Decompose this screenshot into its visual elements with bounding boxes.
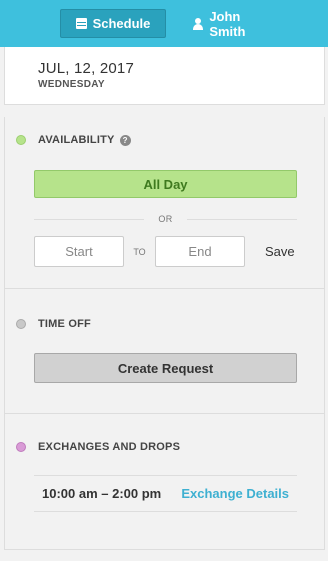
- availability-status-dot: [16, 135, 26, 145]
- date-header: JUL, 12, 2017 WEDNESDAY: [4, 47, 325, 105]
- to-label: TO: [133, 246, 146, 257]
- day-panel: AVAILABILITY ? All Day OR TO Save TIME O…: [4, 117, 325, 550]
- user-icon: [192, 17, 204, 30]
- availability-section: AVAILABILITY ? All Day OR TO Save: [5, 117, 324, 289]
- exchanges-title: EXCHANGES AND DROPS: [38, 441, 181, 453]
- schedule-label: Schedule: [92, 16, 151, 31]
- start-time-input[interactable]: [34, 236, 124, 267]
- top-bar: Schedule John Smith: [0, 0, 328, 47]
- availability-header: AVAILABILITY ?: [5, 129, 324, 151]
- or-divider: OR: [34, 214, 297, 224]
- time-off-status-dot: [16, 319, 26, 329]
- exchanges-status-dot: [16, 442, 26, 452]
- calendar-icon: [75, 18, 87, 29]
- exchanges-header: EXCHANGES AND DROPS: [5, 436, 324, 458]
- list-item: 10:00 am – 2:00 pm Exchange Details: [34, 475, 297, 512]
- weekday-label: WEDNESDAY: [38, 79, 105, 90]
- availability-title: AVAILABILITY: [38, 134, 115, 146]
- time-off-title: TIME OFF: [38, 318, 91, 330]
- schedule-button[interactable]: Schedule: [60, 9, 166, 38]
- end-time-input[interactable]: [155, 236, 245, 267]
- divider-line: [34, 218, 145, 220]
- save-button[interactable]: Save: [265, 244, 295, 259]
- help-icon[interactable]: ?: [119, 134, 131, 146]
- user-menu-button[interactable]: John Smith: [178, 8, 290, 39]
- or-label: OR: [158, 214, 173, 224]
- user-name: John Smith: [209, 8, 246, 39]
- divider-line: [186, 218, 297, 220]
- time-range-row: TO Save: [34, 236, 324, 267]
- exchange-time: 10:00 am – 2:00 pm: [42, 486, 162, 501]
- exchanges-section: EXCHANGES AND DROPS 10:00 am – 2:00 pm E…: [5, 414, 324, 550]
- date-title: JUL, 12, 2017: [38, 60, 134, 77]
- all-day-button[interactable]: All Day: [34, 170, 297, 198]
- time-off-header: TIME OFF: [5, 313, 324, 335]
- exchange-details-link[interactable]: Exchange Details: [181, 486, 289, 501]
- time-off-section: TIME OFF Create Request: [5, 289, 324, 414]
- create-request-button[interactable]: Create Request: [34, 353, 297, 383]
